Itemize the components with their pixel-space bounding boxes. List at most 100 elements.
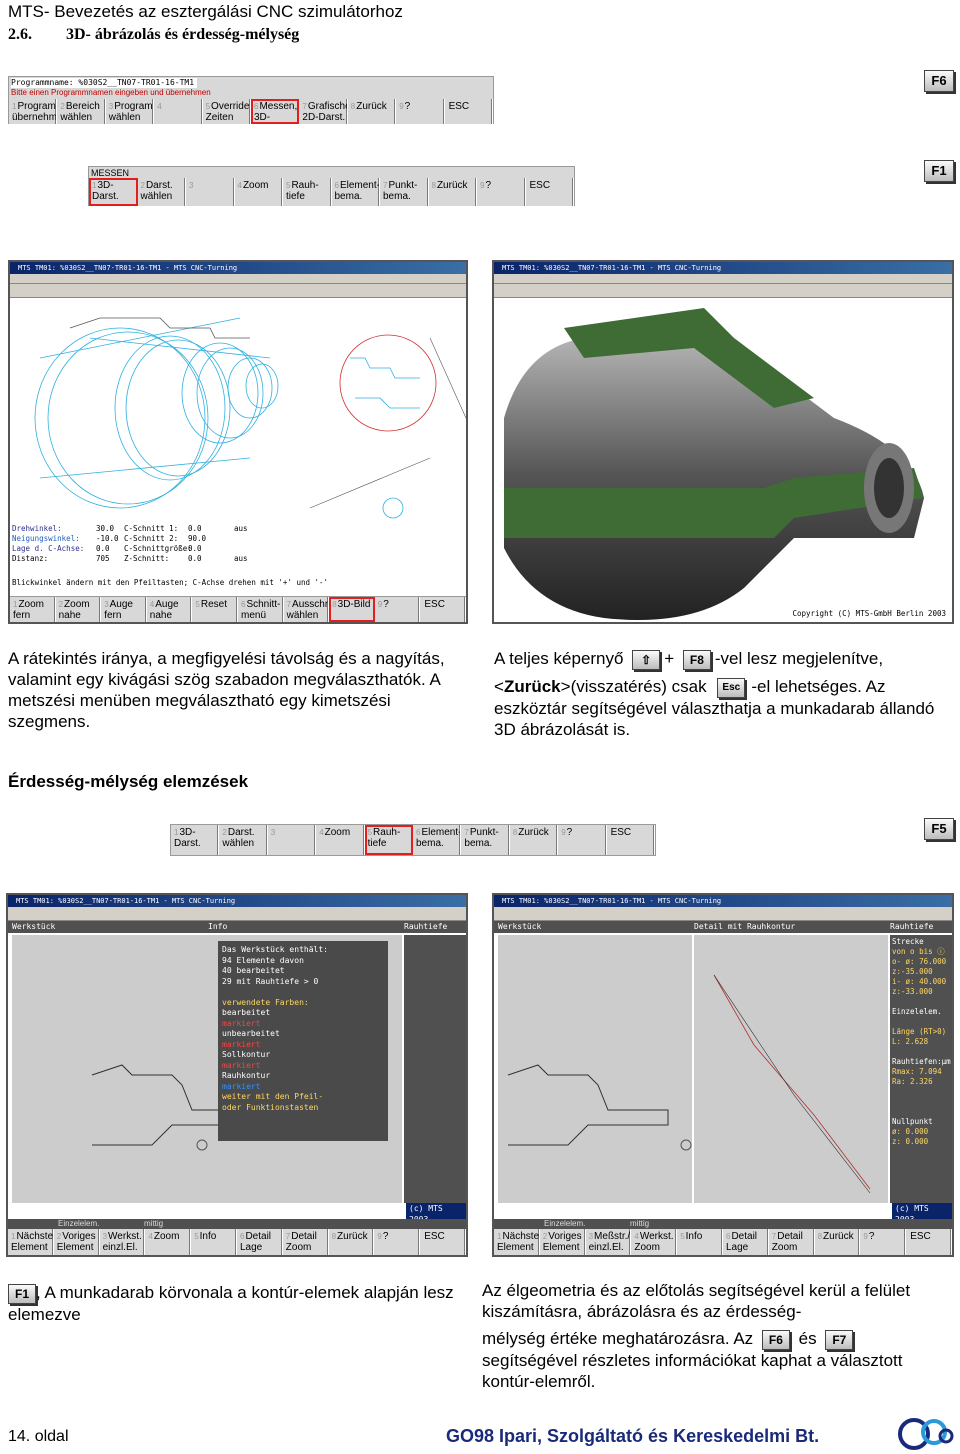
menu-cell[interactable]: 5Info <box>677 1229 723 1255</box>
menu-cell[interactable]: 1Nächstes Element <box>8 1229 54 1255</box>
menu-cell[interactable]: 7Grafische 2D-Darst. <box>299 99 348 124</box>
menu-cell-label: Override, Zeiten <box>205 101 251 123</box>
menu-cell[interactable]: ESC <box>445 99 493 124</box>
menu-cell[interactable]: ESC <box>420 1229 466 1255</box>
menu-cell[interactable]: 6Element- bema. <box>332 178 380 206</box>
menu-cell-number: 2 <box>222 828 227 837</box>
menu-cell[interactable]: 3Meßstr./ einzl.El. <box>586 1229 632 1255</box>
menu-cell[interactable]: 4 <box>154 99 203 124</box>
menu-cell-number: 5 <box>195 600 200 609</box>
window-toolbar <box>8 907 466 921</box>
menu-cell[interactable]: 7Detail Zoom <box>283 1229 329 1255</box>
menu-cell[interactable]: 8Zurück <box>429 178 477 206</box>
menu-cell[interactable]: ESC <box>906 1229 952 1255</box>
menu-cell[interactable]: 5Rauh- tiefe <box>283 178 332 206</box>
menu-cell[interactable]: 8Zurück <box>510 825 559 855</box>
menu-cell[interactable]: 4Zoom <box>145 1229 192 1255</box>
menu-cell[interactable]: 3 <box>186 178 235 206</box>
window-toolbar <box>494 907 952 921</box>
menu-cell[interactable]: 6Schnitt- menü <box>238 597 284 622</box>
menu-cell[interactable]: 3Programm wählen <box>106 99 155 124</box>
menu-cell[interactable]: 4Werkst. Zoom <box>631 1229 678 1255</box>
shift-key-icon: ⇧ <box>632 649 661 670</box>
side-line: von o bis ⓘ <box>892 947 945 956</box>
menu-cell[interactable]: 1Programm übernehmen <box>9 99 58 124</box>
menu-cell[interactable]: 7Punkt- bema. <box>380 178 429 206</box>
menu-cell[interactable]: 6Element- bema. <box>413 825 462 855</box>
menu-cell-label: 3D- Darst. <box>174 827 201 849</box>
menu-cell[interactable]: 4Auge nahe <box>147 597 193 622</box>
menu-cell-label: ESC <box>448 101 470 112</box>
menu-cell[interactable]: 8Zurück <box>815 1229 861 1255</box>
side-line: Nullpunkt <box>892 1117 933 1126</box>
menu-cell[interactable]: 3Auge fern <box>101 597 147 622</box>
menu-cell-label: ? <box>382 1231 389 1242</box>
info-line: Das Werkstück enthält: <box>222 945 328 954</box>
menu-cell[interactable]: 9? <box>477 178 526 206</box>
menu-cell[interactable]: 1Zoom fern <box>10 597 56 622</box>
side-line: Rauhtiefen:µm <box>892 1057 951 1066</box>
window-toolbar <box>494 284 952 298</box>
menu-cell[interactable]: 2Darst. wählen <box>219 825 268 855</box>
menu-cell[interactable]: 5Info <box>191 1229 237 1255</box>
menu-cell[interactable]: 9? <box>860 1229 907 1255</box>
menu-cell[interactable]: 1Nächstes Element <box>494 1229 540 1255</box>
menu-cell[interactable]: 7Ausschn. wählen <box>284 597 330 622</box>
side-line <box>892 1097 950 1107</box>
menu-cell[interactable]: 9? <box>558 825 607 855</box>
menu-cell[interactable]: 2Darst. wählen <box>138 178 186 206</box>
menu-cell-label: Zurück <box>337 1231 368 1242</box>
menu-cell[interactable]: 7Detail Zoom <box>769 1229 815 1255</box>
menu-cell[interactable]: 2Voriges Element <box>54 1229 100 1255</box>
menu-cell-label: ? <box>566 827 573 838</box>
menu-cell[interactable]: ESC <box>607 825 655 855</box>
menu-cell-number: 3 <box>102 1232 108 1241</box>
menu-cell-number: 8 <box>431 181 436 190</box>
menu-cell[interactable]: 6Detail Lage <box>723 1229 769 1255</box>
menu-cell[interactable]: 8Zurück <box>348 99 397 124</box>
menu-cell[interactable]: 83D-Bild <box>329 597 375 622</box>
program-name-field[interactable]: Programmname: %030S2__TN07-TR01-16-TM1 <box>11 78 197 88</box>
menu-cell[interactable]: 5Rauh- tiefe <box>364 825 413 855</box>
info-row: Drehwinkel: 30.0 C-Schnitt 1: 0.0 aus <box>12 524 248 533</box>
menu-cell-label: Voriges Element <box>56 1231 96 1253</box>
menu-cell[interactable]: 5Override, Zeiten <box>203 99 251 124</box>
menu-cell[interactable]: 4Zoom <box>235 178 283 206</box>
menu-cell-label: ? <box>383 599 389 610</box>
menu-cell-number: 7 <box>302 102 307 111</box>
roughness-menu: 13D- Darst. 2Darst. wählen 3 4Zoom 5Rauh- ti… <box>170 824 656 856</box>
menu-cell[interactable]: 2Bereich wählen <box>57 99 106 124</box>
menu-cell[interactable]: 8Zurück <box>329 1229 375 1255</box>
menu-cell[interactable]: 9? <box>374 1229 421 1255</box>
measure-heading: MESSEN <box>91 168 130 178</box>
menu-cell-number: 4 <box>148 1232 153 1241</box>
menu-cell[interactable]: 3 <box>268 825 317 855</box>
menu-cell[interactable]: 13D- Darst. <box>171 825 220 855</box>
menu-cell-number: 2 <box>60 102 65 111</box>
menu-cell[interactable]: 7Punkt- bema. <box>461 825 510 855</box>
menu-cell[interactable]: 6Detail Lage <box>237 1229 283 1255</box>
zoom-circle <box>339 334 437 432</box>
section-number: 2.6. <box>8 26 32 43</box>
menu-cell[interactable]: 4Zoom <box>316 825 365 855</box>
menu-cell[interactable]: 5Reset <box>192 597 238 622</box>
menu-cell[interactable]: 9? <box>375 597 421 622</box>
menu-cell[interactable]: 13D- Darst. <box>89 178 138 206</box>
menu-cell[interactable]: 6Messen, 3D-Werkst <box>251 99 300 124</box>
panel-header-mid: Detail mit Rauhkontur <box>694 922 796 931</box>
menu-cell[interactable]: ESC <box>526 178 574 206</box>
menu-cell[interactable]: 2Zoom nahe <box>56 597 102 622</box>
side-line: Einzelelem. <box>892 1007 942 1016</box>
menu-cell-label: Grafische 2D-Darst. <box>302 101 348 123</box>
program-toolbar: Programmname: %030S2__TN07-TR01-16-TM1 B… <box>8 76 494 124</box>
menu-cell[interactable]: 2Voriges Element <box>540 1229 586 1255</box>
wireframe-screenshot: MTS TM01: %030S2__TN07-TR01-16-TM1 - MTS… <box>8 260 468 624</box>
info-line: markiert <box>222 1039 261 1049</box>
info-line: oder Funktionstasten <box>222 1102 319 1112</box>
menu-cell[interactable]: 9? <box>396 99 445 124</box>
window-menubar <box>494 274 952 284</box>
info-row: Distanz: 705 Z-Schnitt: 0.0 aus <box>12 554 248 563</box>
side-line <box>892 997 950 1007</box>
menu-cell[interactable]: ESC <box>420 597 466 622</box>
menu-cell[interactable]: 3Werkst. einzl.El. <box>100 1229 146 1255</box>
